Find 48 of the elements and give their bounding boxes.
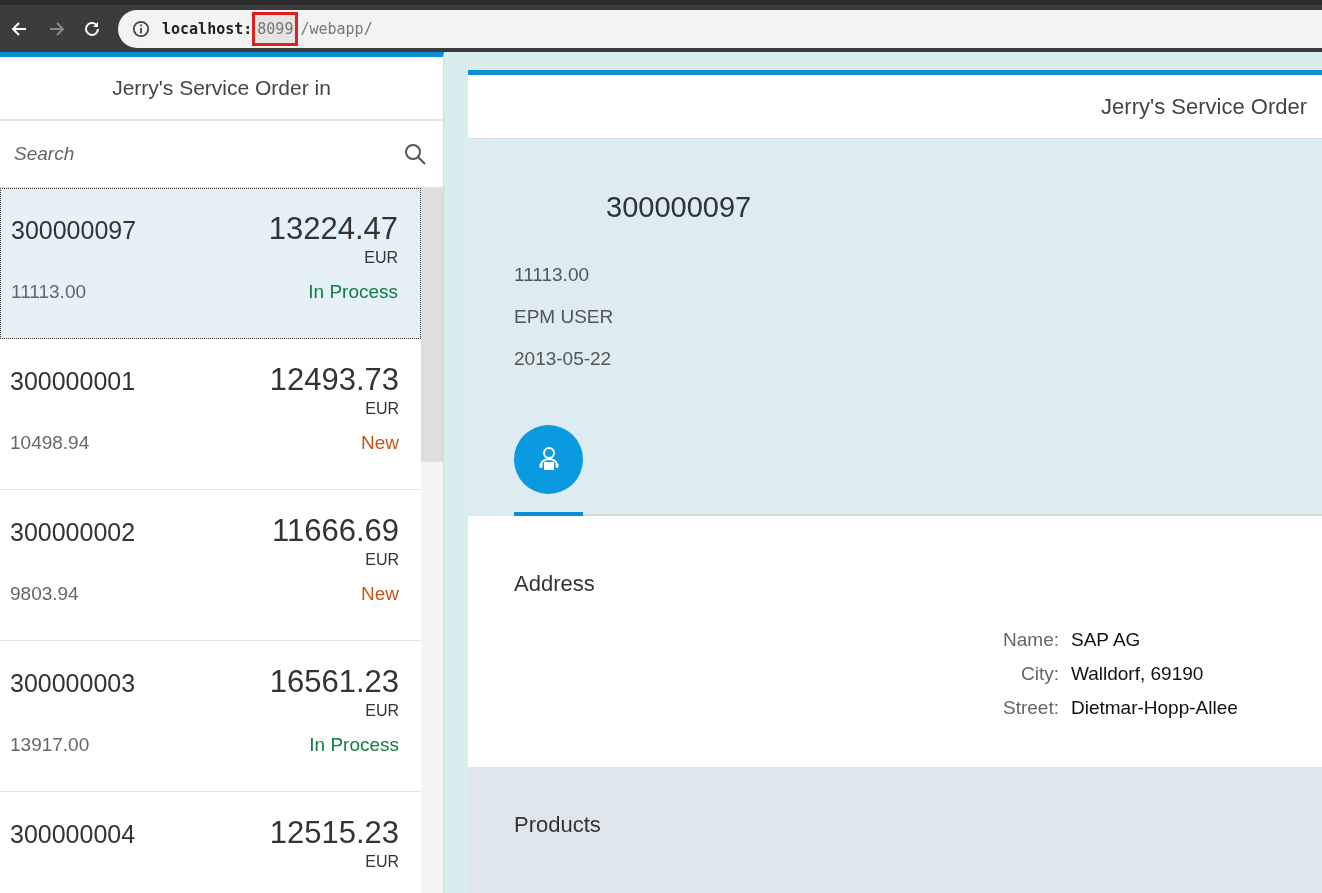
order-status: In Process (308, 281, 399, 303)
search-icon[interactable] (403, 142, 427, 166)
order-amount: 16561.23 (269, 664, 400, 700)
icon-tab[interactable] (514, 425, 583, 516)
currency: EUR (364, 853, 400, 871)
field-label: Street: (1002, 697, 1059, 719)
address-bar[interactable]: localhost: 8099 /webapp/ (118, 9, 1322, 48)
order-amount: 12515.23 (269, 815, 400, 851)
currency: EUR (364, 400, 400, 418)
url-port: 8099 (252, 11, 299, 46)
order-number: 300000097 (11, 216, 137, 245)
currency: EUR (364, 551, 400, 569)
order-number: 300000004 (10, 820, 136, 849)
field-label: City: (1020, 663, 1059, 685)
field-label: Name: (1002, 629, 1059, 651)
field-value: SAP AG (1071, 629, 1142, 651)
order-amount: 12493.73 (269, 362, 400, 398)
object-title: 300000097 (606, 191, 753, 224)
field-value: Walldorf, 69190 (1071, 663, 1205, 685)
object-attribute: EPM USER (514, 306, 615, 328)
object-attribute: 11113.00 (514, 264, 591, 286)
net-amount: 13917.00 (10, 734, 90, 756)
field-value: Dietmar-Hopp-Allee (1071, 697, 1239, 719)
master-title: Jerry's Service Order in (112, 76, 331, 100)
url-host: localhost: (162, 19, 253, 38)
net-amount: 11113.00 (11, 281, 87, 303)
order-number: 300000001 (10, 367, 136, 396)
order-amount: 13224.47 (268, 211, 399, 247)
list-item[interactable]: 300000097 13224.47 EUR 11113.00 In Process (0, 188, 422, 339)
scroll-thumb[interactable] (421, 188, 443, 462)
search-field[interactable]: Search (12, 133, 403, 175)
order-amount: 11666.69 (272, 513, 400, 549)
order-status: In Process (309, 734, 400, 756)
currency: EUR (363, 249, 399, 267)
order-status: New (361, 583, 400, 605)
object-attribute: 2013-05-22 (514, 348, 613, 370)
section-heading: Products (514, 812, 602, 838)
section-heading: Address (514, 571, 596, 597)
scrollbar[interactable] (421, 188, 443, 893)
order-number: 300000002 (10, 518, 136, 547)
currency: EUR (364, 702, 400, 720)
order-status: New (361, 432, 400, 454)
info-icon (132, 19, 150, 38)
net-amount: 10498.94 (10, 432, 90, 454)
net-amount: 9803.94 (10, 583, 79, 605)
detail-title: Jerry's Service Order (1101, 93, 1307, 120)
order-number: 300000003 (10, 669, 136, 698)
url-path: /webapp/ (300, 19, 373, 38)
